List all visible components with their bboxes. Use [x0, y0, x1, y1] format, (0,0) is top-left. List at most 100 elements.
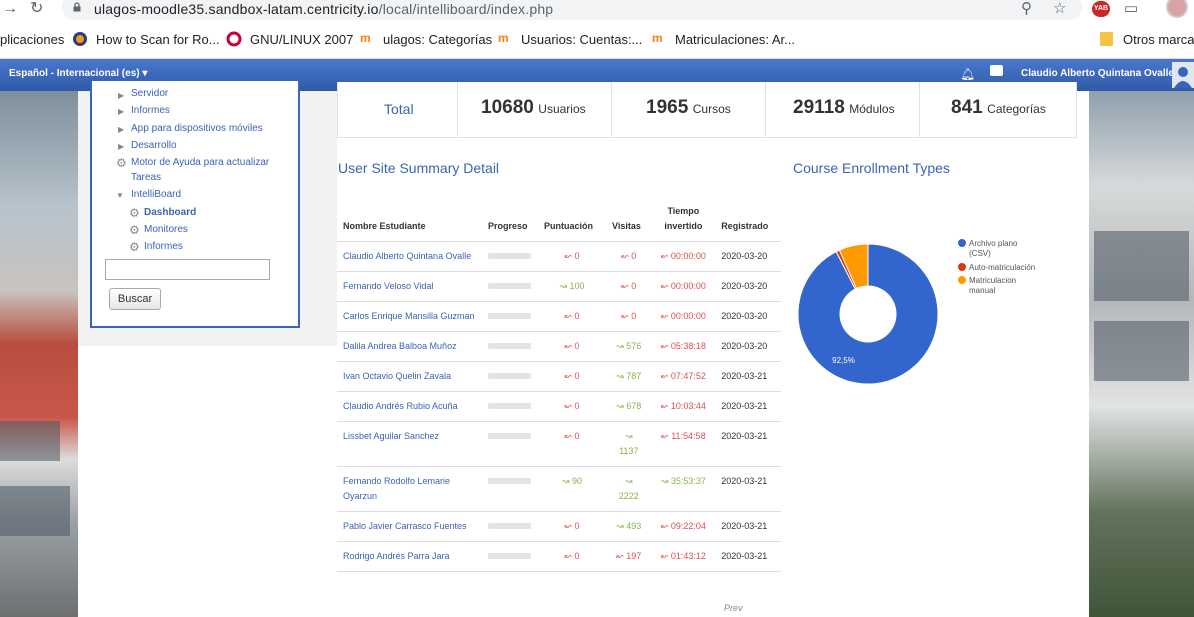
background-photo-left — [0, 91, 78, 617]
admin-search-input[interactable] — [105, 259, 270, 280]
notifications-bell-icon[interactable]: 🔔︎ — [960, 67, 975, 81]
time-cell: ↜ 10:03:44 — [651, 391, 716, 422]
stat-categories: 841 Categorías — [920, 82, 1077, 137]
column-header-score[interactable]: Puntuación — [538, 200, 606, 242]
student-name-link[interactable]: Dalila Andrea Balboa Muñoz — [337, 331, 482, 362]
student-name-link[interactable]: Claudio Andrés Rubio Acuña — [337, 391, 482, 422]
tree-item-informes[interactable]: Informes — [131, 103, 170, 118]
user-avatar[interactable] — [1172, 62, 1194, 88]
tree-item-servidor[interactable]: Servidor — [131, 86, 168, 101]
gear-icon: ⚙ — [129, 240, 140, 254]
trend-up-icon: ↝ — [616, 340, 627, 351]
student-name-link[interactable]: Claudio Alberto Quintana Ovalle — [337, 241, 482, 272]
zoom-icon[interactable]: ⚲ — [1021, 1, 1032, 17]
legend-label[interactable]: Archivo plano (CSV) — [969, 239, 1018, 258]
trend-down-icon: ↜ — [564, 370, 575, 381]
stat-users-label: Usuarios — [538, 102, 586, 116]
tree-item-informes-intelliboard[interactable]: Informes — [144, 239, 183, 254]
table-row: Fernando Rodolfo Lemarie Oyarzun ↝ 90 ↝ 22… — [337, 466, 781, 512]
visits-value: 0 — [631, 250, 637, 261]
visits-cell: ↜ 0 — [606, 271, 652, 302]
moodle-icon: m — [652, 31, 663, 45]
reload-icon[interactable]: ↻ — [30, 0, 43, 18]
trend-up-icon: ↝ — [559, 280, 570, 291]
visits-cell: ↝ 2222 — [606, 466, 652, 512]
bookmark-other[interactable]: Otros marcad — [1123, 33, 1194, 47]
student-name-link[interactable]: Fernando Veloso Vidal — [337, 271, 482, 302]
score-value: 0 — [574, 340, 580, 351]
visits-cell: ↜ 197 — [606, 541, 652, 572]
progress-cell — [482, 301, 538, 332]
score-cell: ↜ 0 — [538, 391, 606, 422]
gear-icon: ⚙ — [116, 156, 127, 170]
bookmark-gnu-linux[interactable]: GNU/LINUX 2007 — [250, 33, 353, 47]
tree-item-motor-ayuda[interactable]: Motor de Ayuda para actualizar — [131, 155, 269, 170]
prev-page-link[interactable]: Prev — [724, 603, 743, 613]
yab-extension-icon[interactable]: YAB — [1092, 1, 1110, 17]
stat-total: Total — [338, 82, 458, 137]
score-cell: ↜ 0 — [538, 511, 606, 542]
progress-cell — [482, 241, 538, 272]
chart-legend: Archivo plano (CSV) Auto-matriculación Matr… — [958, 239, 1035, 295]
time-value: 35:53:37 — [670, 475, 706, 486]
visits-value: 0 — [631, 310, 637, 321]
student-name-link[interactable]: Lissbet Aguilar Sanchez — [337, 421, 482, 467]
expand-arrow-icon[interactable]: ▶ — [118, 107, 124, 116]
tree-item-tareas[interactable]: Tareas — [131, 170, 161, 185]
bookmark-matriculaciones[interactable]: Matriculaciones: Ar... — [675, 33, 795, 47]
messages-icon[interactable] — [990, 65, 1003, 76]
legend-label[interactable]: Matriculacion manual — [969, 276, 1016, 295]
progress-cell — [482, 361, 538, 392]
student-name-link[interactable]: Rodrigo Andrés Parra Jara — [337, 541, 482, 572]
tree-item-app-moviles[interactable]: App para dispositivos móviles — [131, 121, 263, 136]
visits-value: 678 — [626, 400, 642, 411]
expand-arrow-icon[interactable]: ▶ — [118, 125, 124, 134]
trend-down-icon: ↜ — [564, 430, 575, 441]
trend-down-icon: ↜ — [564, 550, 575, 561]
language-menu[interactable]: Español - Internacional (es) ▾ — [9, 68, 147, 79]
column-header-progress[interactable]: Progreso — [482, 200, 538, 242]
user-menu[interactable]: Claudio Alberto Quintana Ovalle — [1021, 68, 1174, 79]
trend-up-icon: ↝ — [616, 370, 627, 381]
trend-down-icon: ↜ — [660, 310, 671, 321]
trend-down-icon: ↜ — [660, 520, 671, 531]
column-header-visits[interactable]: Visitas — [606, 200, 652, 242]
tree-item-desarrollo[interactable]: Desarrollo — [131, 138, 177, 153]
time-cell: ↜ 00:00:00 — [651, 301, 716, 332]
tree-item-dashboard[interactable]: Dashboard — [144, 205, 196, 220]
trend-up-icon: ↝ — [616, 520, 627, 531]
column-header-name[interactable]: Nombre Estudiante — [337, 200, 482, 242]
profile-avatar[interactable] — [1166, 0, 1188, 18]
expand-arrow-icon[interactable]: ▶ — [118, 142, 124, 151]
student-name-link[interactable]: Carlos Enrique Mansilla Guzman — [337, 301, 482, 332]
time-value: 00:00:00 — [670, 250, 706, 261]
legend-label[interactable]: Auto-matriculación — [969, 263, 1035, 272]
bookmark-apps[interactable]: plicaciones — [0, 33, 64, 47]
column-header-registered[interactable]: Registrado — [715, 200, 781, 242]
student-name-link[interactable]: Ivan Octavio Quelin Zavala — [337, 361, 482, 392]
stat-categories-label: Categorías — [987, 102, 1046, 116]
cast-icon[interactable]: ▭ — [1124, 1, 1138, 17]
column-header-time[interactable]: Tiempo invertido — [651, 200, 716, 242]
progress-bar — [488, 372, 531, 379]
score-value: 0 — [574, 400, 580, 411]
bookmark-scan-rootkits[interactable]: How to Scan for Ro... — [96, 33, 220, 47]
stat-total-label: Total — [384, 101, 414, 117]
time-cell: ↝ 35:53:37 — [651, 466, 716, 512]
back-arrow-icon[interactable]: → — [2, 0, 18, 18]
enrollment-donut-chart: 92,5% Archivo plano (CSV) Auto-matriculaci… — [797, 239, 1035, 385]
bookmark-ulagos-categorias[interactable]: ulagos: Categorías — [383, 33, 492, 47]
collapse-arrow-icon[interactable]: ▼ — [116, 191, 124, 200]
bookmark-star-icon[interactable]: ☆ — [1053, 1, 1066, 17]
trend-down-icon: ↜ — [660, 550, 671, 561]
search-button[interactable]: Buscar — [109, 288, 161, 310]
expand-arrow-icon[interactable]: ▶ — [118, 91, 124, 100]
student-name-link[interactable]: Fernando Rodolfo Lemarie Oyarzun — [337, 466, 482, 512]
url-text[interactable]: ulagos-moodle35.sandbox-latam.centricity… — [94, 0, 553, 18]
tree-item-intelliboard[interactable]: IntelliBoard — [131, 187, 181, 202]
debian-icon — [226, 31, 242, 47]
tree-item-monitores[interactable]: Monitores — [144, 222, 188, 237]
table-header-row: Nombre Estudiante Progreso Puntuación Vi… — [337, 200, 781, 242]
bookmark-usuarios-cuentas[interactable]: Usuarios: Cuentas:... — [521, 33, 642, 47]
student-name-link[interactable]: Pablo Javier Carrasco Fuentes — [337, 511, 482, 542]
